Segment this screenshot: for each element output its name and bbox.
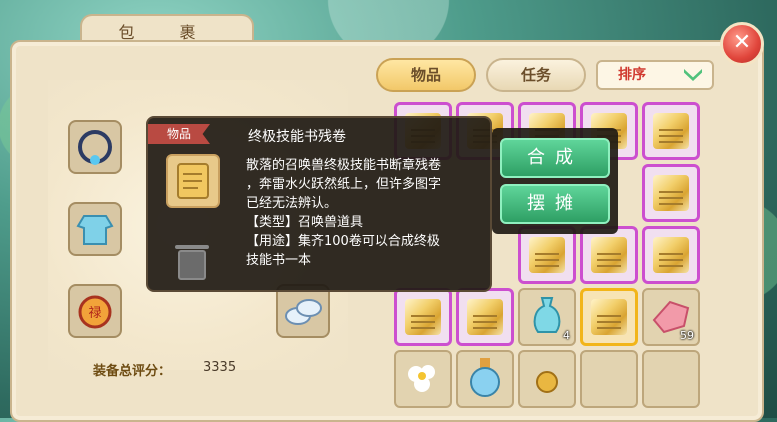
svg-text:禄: 禄: [88, 306, 101, 321]
inventory-slot[interactable]: 4: [518, 288, 576, 346]
sort-dropdown[interactable]: 排序: [596, 60, 714, 90]
inventory-slot[interactable]: [642, 102, 700, 160]
chevron-down-icon: [684, 69, 702, 81]
inventory-slot-empty[interactable]: [642, 350, 700, 408]
equip-slot-boots[interactable]: [276, 284, 330, 338]
item-description: 散落的召唤兽终极技能书断章残卷 ，奔雷水火跃然纸上，但许多图字 已经无法辨认。 …: [246, 156, 486, 270]
score-label: 装备总评分：: [93, 364, 172, 379]
coin-icon: [536, 371, 558, 393]
tab-items[interactable]: 物品: [376, 58, 476, 92]
item-action-panel: 合成 摆摊: [492, 128, 618, 234]
inventory-slot[interactable]: [456, 350, 514, 408]
armor-icon: [76, 215, 114, 245]
skill-scroll-icon: [591, 237, 627, 273]
desc-line: ，奔雷水火跃然纸上，但许多图字: [246, 177, 442, 192]
skill-scroll-icon: [653, 237, 689, 273]
close-button[interactable]: ✕: [720, 22, 764, 66]
skill-scroll-icon: [467, 299, 503, 335]
inventory-slot[interactable]: [580, 226, 638, 284]
inventory-slot[interactable]: [518, 350, 576, 408]
necklace-icon: [78, 130, 112, 165]
equip-slot-necklace[interactable]: [68, 120, 122, 174]
amulet-icon: 禄: [78, 295, 112, 329]
boots-icon: [285, 299, 322, 325]
item-count: 59: [680, 329, 694, 342]
score-value: 3335: [203, 360, 237, 375]
inventory-slot[interactable]: [394, 288, 452, 346]
inventory-slot-empty[interactable]: [580, 350, 638, 408]
stall-button[interactable]: 摆摊: [500, 184, 610, 224]
item-type-tag: 物品: [148, 124, 210, 144]
skill-scroll-icon: [591, 299, 627, 335]
skill-scroll-icon: [653, 113, 689, 149]
inventory-slot[interactable]: [642, 164, 700, 222]
inventory-slot[interactable]: [456, 288, 514, 346]
trash-icon[interactable]: [175, 245, 209, 280]
equip-slot-armor[interactable]: [68, 202, 122, 256]
desc-line: 【用途】集齐100卷可以合成终极: [246, 234, 440, 249]
item-tooltip: 物品 终极技能书残卷 散落的召唤兽终极技能书断章残卷 ，奔雷水火跃然纸上，但许多…: [146, 116, 492, 292]
inventory-slot[interactable]: [518, 226, 576, 284]
skill-scroll-icon: [529, 237, 565, 273]
flower-icon: [408, 365, 435, 392]
inventory-slot[interactable]: 59: [642, 288, 700, 346]
skill-scroll-icon: [177, 163, 209, 199]
combine-button[interactable]: 合成: [500, 138, 610, 178]
desc-line: 【类型】召唤兽道具: [246, 215, 364, 230]
desc-line: 技能书一本: [246, 253, 312, 268]
sort-label: 排序: [618, 67, 646, 83]
item-count: 4: [563, 329, 570, 342]
inventory-slot[interactable]: [394, 350, 452, 408]
equip-slot-amulet[interactable]: 禄: [68, 284, 122, 338]
inventory-slot[interactable]: [642, 226, 700, 284]
inventory-slot-selected[interactable]: [580, 288, 638, 346]
skill-scroll-icon: [405, 299, 441, 335]
desc-line: 已经无法辨认。: [246, 196, 338, 211]
tab-quests[interactable]: 任务: [486, 58, 586, 92]
potion-icon: [470, 358, 500, 397]
item-icon: [166, 154, 220, 208]
desc-line: 散落的召唤兽终极技能书断章残卷: [246, 158, 442, 173]
skill-scroll-icon: [653, 175, 689, 211]
item-title: 终极技能书残卷: [248, 129, 346, 145]
